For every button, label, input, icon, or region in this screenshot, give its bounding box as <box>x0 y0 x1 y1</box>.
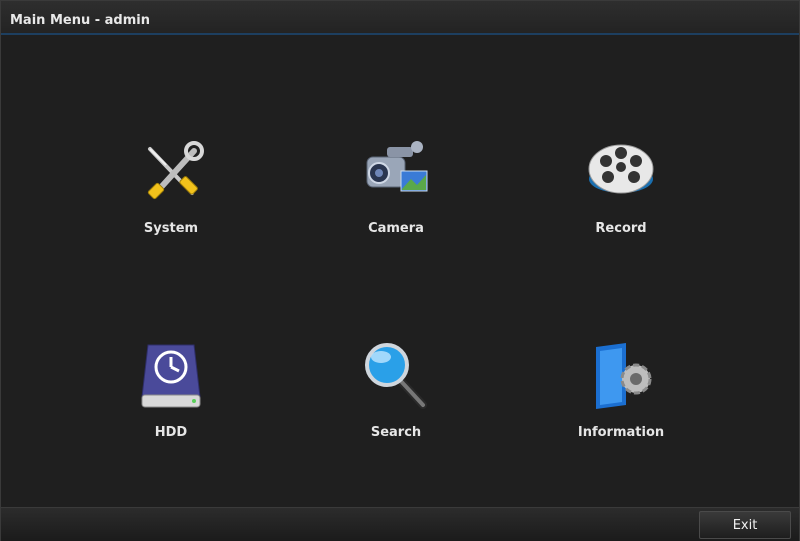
camcorder-icon <box>366 141 428 192</box>
footer-bar: Exit <box>1 507 799 541</box>
main-menu-window: Main Menu - admin System Camera Record H… <box>0 0 800 541</box>
menu-item-camera[interactable]: Camera <box>326 137 466 257</box>
menu-item-hdd[interactable]: HDD <box>101 341 241 461</box>
info-folder-gear-icon <box>596 343 652 409</box>
menu-item-system[interactable]: System <box>101 137 241 257</box>
hard-drive-icon <box>141 344 201 408</box>
film-reel-icon <box>588 144 654 194</box>
menu-item-information[interactable]: Information <box>551 341 691 461</box>
exit-button[interactable]: Exit <box>699 511 791 539</box>
tools-icon <box>147 141 204 200</box>
menu-item-label: System <box>143 221 199 236</box>
menu-item-label: Camera <box>368 221 424 236</box>
menu-item-search[interactable]: Search <box>326 341 466 461</box>
title-bar: Main Menu - admin <box>1 1 799 35</box>
magnifier-icon <box>365 343 427 409</box>
menu-grid: System Camera Record HDD Search Informat… <box>1 37 799 507</box>
menu-item-label: Search <box>370 425 422 440</box>
menu-item-label: HDD <box>154 425 188 440</box>
menu-item-label: Record <box>595 221 647 236</box>
menu-item-label: Information <box>577 425 665 440</box>
window-title: Main Menu - admin <box>10 13 150 28</box>
menu-item-record[interactable]: Record <box>551 137 691 257</box>
